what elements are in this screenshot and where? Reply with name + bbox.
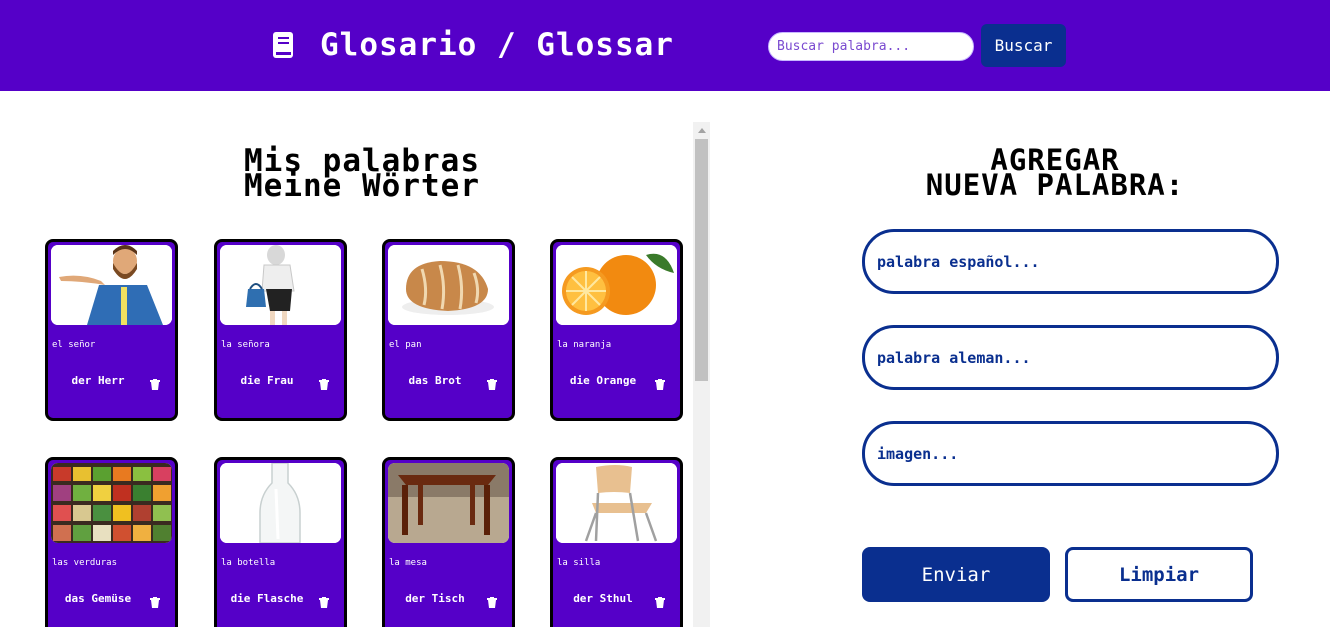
card-spanish-word: la mesa bbox=[389, 558, 427, 568]
trash-icon[interactable] bbox=[150, 593, 160, 608]
card-spanish-word: la naranja bbox=[557, 340, 612, 350]
app-title-group: Glosario / Glossar bbox=[272, 24, 674, 66]
card-image-bottle bbox=[220, 463, 341, 543]
trash-icon[interactable] bbox=[655, 375, 665, 390]
search-input[interactable] bbox=[768, 32, 974, 61]
card-image-table bbox=[388, 463, 509, 543]
send-button[interactable]: Enviar bbox=[862, 547, 1050, 602]
card-spanish-word: las verduras bbox=[52, 558, 118, 568]
word-card[interactable]: las verduras das Gemüse bbox=[45, 457, 178, 627]
add-word-title: AGREGAR NUEVA PALABRA: bbox=[855, 146, 1255, 202]
trash-icon[interactable] bbox=[150, 375, 160, 390]
word-list-panel: Mis palabras Meine Wörter el señor der H… bbox=[0, 91, 693, 627]
german-word-field[interactable] bbox=[862, 325, 1279, 390]
card-german-word: das Gemüse bbox=[64, 592, 132, 605]
card-image-woman bbox=[220, 245, 341, 325]
word-list-title-de: Meine Wörter bbox=[244, 168, 480, 204]
top-header: Glosario / Glossar Buscar bbox=[0, 0, 1330, 91]
card-image-orange bbox=[556, 245, 677, 325]
card-spanish-word: la botella bbox=[221, 558, 276, 568]
word-card[interactable]: la señora die Frau bbox=[214, 239, 347, 421]
card-german-word: der Sthul bbox=[573, 592, 633, 605]
card-german-word: die Frau bbox=[240, 374, 294, 387]
card-german-word: das Brot bbox=[408, 374, 462, 387]
card-german-word: die Flasche bbox=[230, 592, 304, 605]
word-card[interactable]: el señor der Herr bbox=[45, 239, 178, 421]
card-german-word: der Tisch bbox=[405, 592, 465, 605]
card-image-vegetables bbox=[51, 463, 172, 543]
word-card[interactable]: la naranja die Orange bbox=[550, 239, 683, 421]
trash-icon[interactable] bbox=[319, 375, 329, 390]
card-image-bread bbox=[388, 245, 509, 325]
image-field[interactable] bbox=[862, 421, 1279, 486]
card-spanish-word: la señora bbox=[221, 340, 270, 350]
clear-button[interactable]: Limpiar bbox=[1065, 547, 1253, 602]
card-spanish-word: el señor bbox=[52, 340, 96, 350]
app-title: Glosario / Glossar bbox=[320, 27, 674, 63]
word-list-scrollbar[interactable] bbox=[693, 122, 710, 627]
word-card[interactable]: la mesa der Tisch bbox=[382, 457, 515, 627]
card-image-man bbox=[51, 245, 172, 325]
word-card[interactable]: el pan das Brot bbox=[382, 239, 515, 421]
word-card[interactable]: la botella die Flasche bbox=[214, 457, 347, 627]
card-spanish-word: el pan bbox=[389, 340, 422, 350]
book-icon bbox=[272, 32, 294, 58]
trash-icon[interactable] bbox=[319, 593, 329, 608]
trash-icon[interactable] bbox=[655, 593, 665, 608]
spanish-word-field[interactable] bbox=[862, 229, 1279, 294]
card-german-word: die Orange bbox=[569, 374, 637, 387]
card-spanish-word: la silla bbox=[557, 558, 601, 568]
scroll-thumb[interactable] bbox=[695, 139, 708, 381]
word-card[interactable]: la silla der Sthul bbox=[550, 457, 683, 627]
scroll-up-arrow-icon[interactable] bbox=[693, 122, 710, 139]
card-image-chair bbox=[556, 463, 677, 543]
word-list-title: Mis palabras Meine Wörter bbox=[0, 146, 693, 204]
add-word-title-line2: NUEVA PALABRA: bbox=[925, 168, 1185, 202]
trash-icon[interactable] bbox=[487, 375, 497, 390]
trash-icon[interactable] bbox=[487, 593, 497, 608]
search-button[interactable]: Buscar bbox=[981, 24, 1066, 67]
card-german-word: der Herr bbox=[71, 374, 125, 387]
